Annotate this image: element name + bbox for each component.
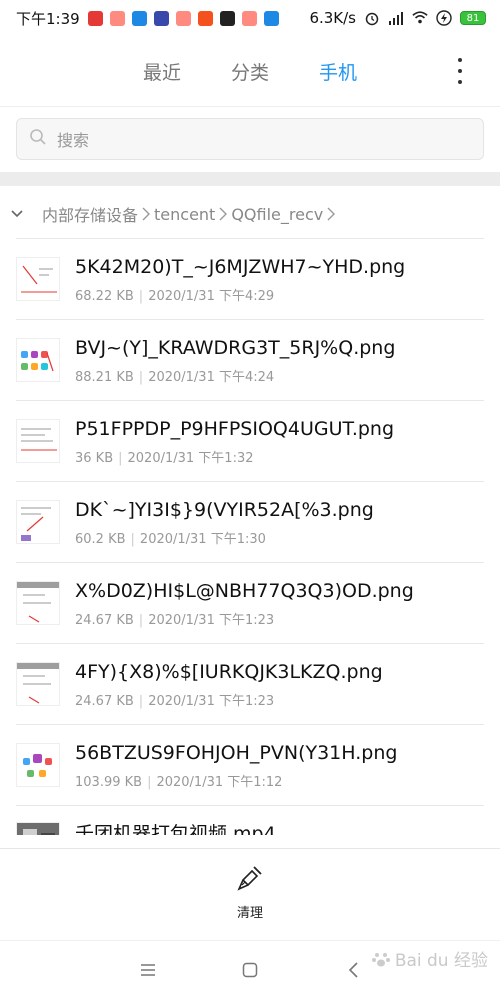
section-separator (0, 172, 500, 186)
file-name: 5K42M20)T_~J6MJZWH7~YHD.png (75, 255, 406, 278)
home-icon[interactable] (238, 960, 262, 980)
app-notification-icon (263, 10, 279, 26)
tab-phone[interactable]: 手机 (319, 58, 357, 87)
collapse-chevron-icon[interactable] (10, 209, 24, 219)
file-name: DK`~]YI3I$}9(VYIR52A[%3.png (75, 498, 374, 521)
chart-notification-icon (241, 10, 257, 26)
file-name: P51FPPDP_P9HFPSIOQ4UGUT.png (75, 417, 395, 440)
divider (0, 106, 500, 107)
file-date: 2020/1/31 下午1:32 (127, 450, 254, 466)
file-date: 2020/1/31 下午1:23 (148, 612, 275, 628)
file-list: 5K42M20)T_~J6MJZWH7~YHD.png 68.22 KB | 202… (16, 238, 484, 835)
file-row[interactable]: 千团机器打包视频.mp4 (16, 805, 484, 835)
watermark: Bai du 经验 (371, 946, 488, 971)
status-bar: 下午1:39 6.3K/s 81 (0, 0, 500, 36)
tab-bar: 最近 分类 手机 (0, 48, 500, 96)
more-options-icon[interactable] (450, 58, 470, 84)
file-row[interactable]: 4FY){X8)%$[IURKQJK3LKZQ.png 24.67 KB | 202… (16, 643, 484, 724)
clean-label: 清理 (236, 906, 263, 921)
divider (0, 940, 500, 941)
search-icon (29, 128, 47, 150)
file-size: 103.99 KB (75, 774, 143, 790)
broom-icon (236, 864, 264, 896)
paw-icon (371, 952, 390, 966)
file-row[interactable]: 56BTZUS9FOHJOH_PVN(Y31H.png 103.99 KB | 20… (16, 724, 484, 805)
file-thumbnail (16, 662, 60, 706)
file-name: 千团机器打包视频.mp4 (75, 823, 276, 835)
file-row[interactable]: BVJ~(Y]_KRAWDRG3T_5RJ%Q.png 88.21 KB | 202… (16, 319, 484, 400)
tab-recent[interactable]: 最近 (143, 58, 181, 87)
file-date: 2020/1/31 下午1:23 (148, 693, 275, 709)
alarm-icon (364, 10, 380, 26)
chevron-right-icon (218, 206, 228, 222)
file-size: 68.22 KB (75, 288, 134, 304)
clean-button[interactable]: 清理 (210, 864, 290, 924)
chevron-right-icon (326, 206, 336, 222)
video-notification-icon (219, 10, 235, 26)
file-thumbnail (16, 581, 60, 625)
file-thumbnail (16, 500, 60, 544)
app-notification-icon (153, 10, 169, 26)
file-thumbnail (16, 419, 60, 463)
breadcrumb: 内部存储设备 tencent QQfile_recv (0, 198, 500, 230)
file-name: X%D0Z)HI$L@NBH77Q3Q3)OD.png (75, 579, 414, 602)
file-size: 24.67 KB (75, 612, 134, 628)
file-size: 88.21 KB (75, 369, 134, 385)
file-date: 2020/1/31 下午4:24 (148, 369, 275, 385)
notification-icons (87, 10, 279, 26)
app-notification-icon (131, 10, 147, 26)
breadcrumb-qqfile-recv[interactable]: QQfile_recv (231, 205, 323, 224)
file-date: 2020/1/31 下午1:12 (156, 774, 283, 790)
watermark-text: Bai du 经验 (394, 951, 488, 971)
tab-category[interactable]: 分类 (231, 58, 269, 87)
breadcrumb-tencent[interactable]: tencent (154, 205, 215, 224)
file-name: 4FY){X8)%$[IURKQJK3LKZQ.png (75, 660, 383, 683)
file-date: 2020/1/31 下午4:29 (148, 288, 275, 304)
net-speed: 6.3K/s (309, 9, 356, 27)
search-placeholder: 搜索 (57, 131, 90, 150)
divider (0, 848, 500, 849)
file-size: 36 KB (75, 450, 114, 466)
file-thumbnail (16, 257, 60, 301)
chart-notification-icon (109, 10, 125, 26)
file-row[interactable]: P51FPPDP_P9HFPSIOQ4UGUT.png 36 KB | 2020/1… (16, 400, 484, 481)
chart-notification-icon (175, 10, 191, 26)
file-name: BVJ~(Y]_KRAWDRG3T_5RJ%Q.png (75, 336, 396, 359)
file-thumbnail (16, 338, 60, 382)
file-row[interactable]: 5K42M20)T_~J6MJZWH7~YHD.png 68.22 KB | 202… (16, 238, 484, 319)
charging-icon (436, 10, 452, 26)
file-row[interactable]: DK`~]YI3I$}9(VYIR52A[%3.png 60.2 KB | 2020… (16, 481, 484, 562)
app-notification-icon (197, 10, 213, 26)
file-size: 24.67 KB (75, 693, 134, 709)
back-icon[interactable] (342, 960, 366, 980)
file-size: 60.2 KB (75, 531, 126, 547)
signal-icon (388, 10, 404, 26)
file-date: 2020/1/31 下午1:30 (139, 531, 266, 547)
video-thumbnail (16, 822, 60, 835)
file-thumbnail (16, 743, 60, 787)
wifi-icon (412, 10, 428, 26)
file-row[interactable]: X%D0Z)HI$L@NBH77Q3Q3)OD.png 24.67 KB | 202… (16, 562, 484, 643)
wps-notification-icon (87, 10, 103, 26)
file-name: 56BTZUS9FOHJOH_PVN(Y31H.png (75, 741, 398, 764)
menu-icon[interactable] (136, 960, 160, 980)
search-input[interactable]: 搜索 (16, 118, 484, 160)
chevron-right-icon (141, 206, 151, 222)
breadcrumb-internal-storage[interactable]: 内部存储设备 (42, 202, 138, 226)
battery-icon: 81 (460, 11, 486, 25)
status-time: 下午1:39 (16, 9, 80, 28)
